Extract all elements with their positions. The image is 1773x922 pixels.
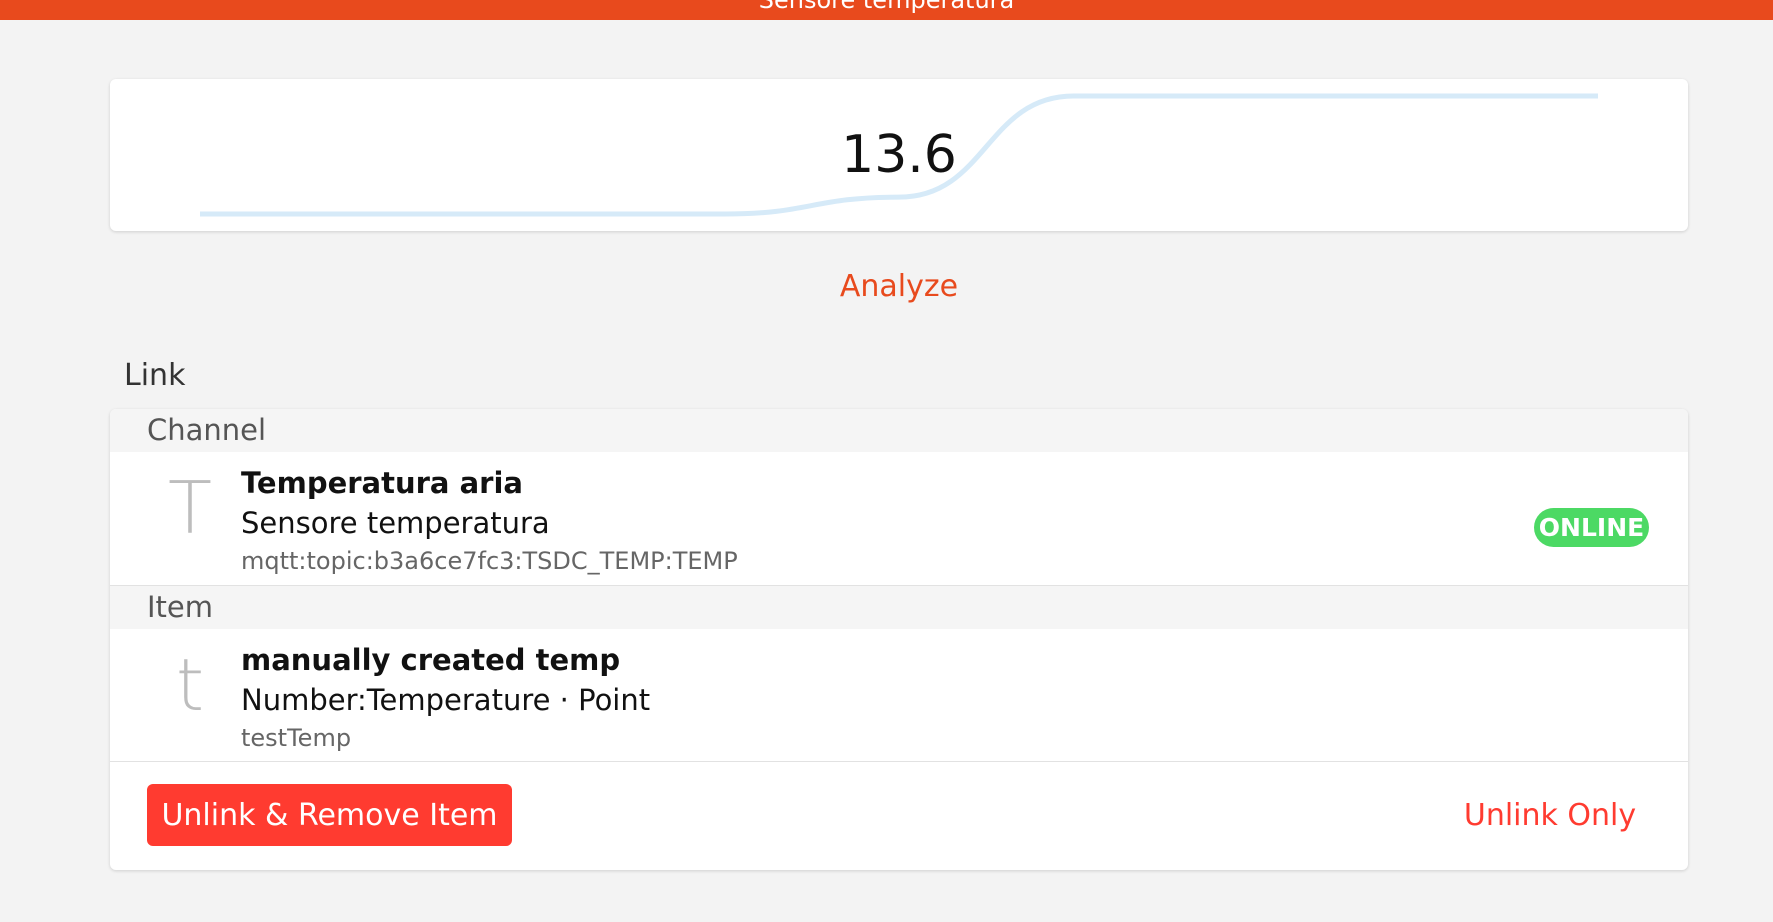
unlink-and-remove-item-button[interactable]: Unlink & Remove Item (147, 784, 512, 846)
channel-group-header: Channel (110, 409, 1688, 452)
channel-thing-label: Sensore temperatura (241, 506, 550, 540)
analyze-link[interactable]: Analyze (0, 269, 1773, 304)
navbar: Sensore temperatura (0, 0, 1773, 20)
state-card: 13.6 (110, 79, 1688, 231)
item-type: Number:Temperature · Point (241, 683, 651, 717)
divider (110, 761, 1688, 762)
status-badge: ONLINE (1534, 508, 1649, 547)
item-label: manually created temp (241, 643, 621, 677)
item-group-header: Item (110, 586, 1688, 629)
channel-uid: mqtt:topic:b3a6ce7fc3:TSDC_TEMP:TEMP (241, 547, 738, 575)
channel-title: Temperatura aria (241, 466, 523, 500)
unlink-only-button[interactable]: Unlink Only (1440, 784, 1660, 846)
channel-letter-icon: T (168, 466, 212, 550)
navbar-title: Sensore temperatura (758, 0, 1015, 14)
item-name: testTemp (241, 724, 352, 752)
link-section-title: Link (124, 358, 186, 393)
state-value: 13.6 (841, 125, 957, 185)
item-row[interactable]: t manually created temp Number:Temperatu… (110, 629, 1688, 762)
channel-row[interactable]: T Temperatura aria Sensore temperatura m… (110, 452, 1688, 585)
link-card: Channel T Temperatura aria Sensore tempe… (110, 409, 1688, 870)
item-letter-icon: t (175, 643, 205, 727)
